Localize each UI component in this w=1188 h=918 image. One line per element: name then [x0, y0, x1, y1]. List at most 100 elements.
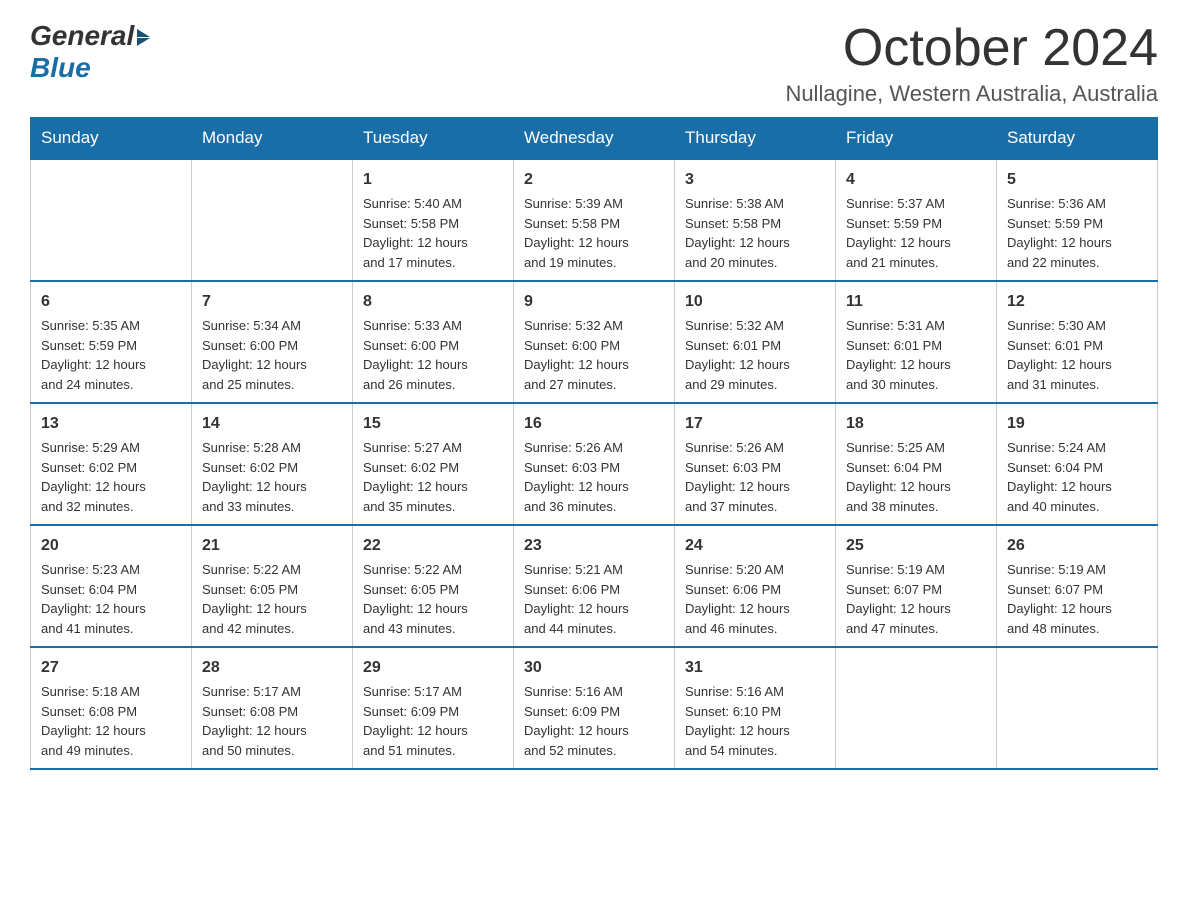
calendar-header-saturday: Saturday	[997, 118, 1158, 160]
day-number: 11	[846, 290, 986, 314]
calendar-cell: 5Sunrise: 5:36 AM Sunset: 5:59 PM Daylig…	[997, 159, 1158, 281]
calendar-cell: 23Sunrise: 5:21 AM Sunset: 6:06 PM Dayli…	[514, 525, 675, 647]
calendar-cell: 12Sunrise: 5:30 AM Sunset: 6:01 PM Dayli…	[997, 281, 1158, 403]
day-number: 8	[363, 290, 503, 314]
day-number: 22	[363, 534, 503, 558]
day-number: 23	[524, 534, 664, 558]
calendar-cell: 18Sunrise: 5:25 AM Sunset: 6:04 PM Dayli…	[836, 403, 997, 525]
day-info: Sunrise: 5:24 AM Sunset: 6:04 PM Dayligh…	[1007, 438, 1147, 516]
day-info: Sunrise: 5:23 AM Sunset: 6:04 PM Dayligh…	[41, 560, 181, 638]
calendar-cell: 31Sunrise: 5:16 AM Sunset: 6:10 PM Dayli…	[675, 647, 836, 769]
day-number: 18	[846, 412, 986, 436]
day-number: 15	[363, 412, 503, 436]
calendar-header-sunday: Sunday	[31, 118, 192, 160]
month-title: October 2024	[785, 20, 1158, 77]
day-info: Sunrise: 5:30 AM Sunset: 6:01 PM Dayligh…	[1007, 316, 1147, 394]
day-info: Sunrise: 5:32 AM Sunset: 6:01 PM Dayligh…	[685, 316, 825, 394]
day-info: Sunrise: 5:22 AM Sunset: 6:05 PM Dayligh…	[363, 560, 503, 638]
calendar-cell: 13Sunrise: 5:29 AM Sunset: 6:02 PM Dayli…	[31, 403, 192, 525]
day-info: Sunrise: 5:33 AM Sunset: 6:00 PM Dayligh…	[363, 316, 503, 394]
day-number: 26	[1007, 534, 1147, 558]
logo-general-text: General	[30, 20, 134, 52]
day-number: 29	[363, 656, 503, 680]
logo: General Blue	[30, 20, 150, 84]
calendar-week-row: 20Sunrise: 5:23 AM Sunset: 6:04 PM Dayli…	[31, 525, 1158, 647]
day-info: Sunrise: 5:32 AM Sunset: 6:00 PM Dayligh…	[524, 316, 664, 394]
calendar-cell: 3Sunrise: 5:38 AM Sunset: 5:58 PM Daylig…	[675, 159, 836, 281]
day-info: Sunrise: 5:38 AM Sunset: 5:58 PM Dayligh…	[685, 194, 825, 272]
day-number: 9	[524, 290, 664, 314]
calendar-cell: 30Sunrise: 5:16 AM Sunset: 6:09 PM Dayli…	[514, 647, 675, 769]
day-info: Sunrise: 5:27 AM Sunset: 6:02 PM Dayligh…	[363, 438, 503, 516]
calendar-cell: 11Sunrise: 5:31 AM Sunset: 6:01 PM Dayli…	[836, 281, 997, 403]
day-number: 4	[846, 168, 986, 192]
calendar-cell: 8Sunrise: 5:33 AM Sunset: 6:00 PM Daylig…	[353, 281, 514, 403]
page-header: General Blue October 2024 Nullagine, Wes…	[30, 20, 1158, 107]
calendar-cell: 29Sunrise: 5:17 AM Sunset: 6:09 PM Dayli…	[353, 647, 514, 769]
day-info: Sunrise: 5:28 AM Sunset: 6:02 PM Dayligh…	[202, 438, 342, 516]
logo-blue-text: Blue	[30, 52, 150, 84]
day-info: Sunrise: 5:34 AM Sunset: 6:00 PM Dayligh…	[202, 316, 342, 394]
calendar-header-thursday: Thursday	[675, 118, 836, 160]
calendar-week-row: 27Sunrise: 5:18 AM Sunset: 6:08 PM Dayli…	[31, 647, 1158, 769]
calendar-header-monday: Monday	[192, 118, 353, 160]
calendar-cell	[31, 159, 192, 281]
calendar-cell: 4Sunrise: 5:37 AM Sunset: 5:59 PM Daylig…	[836, 159, 997, 281]
day-number: 17	[685, 412, 825, 436]
calendar-cell	[997, 647, 1158, 769]
day-number: 16	[524, 412, 664, 436]
day-number: 13	[41, 412, 181, 436]
day-number: 28	[202, 656, 342, 680]
calendar-cell: 17Sunrise: 5:26 AM Sunset: 6:03 PM Dayli…	[675, 403, 836, 525]
day-number: 3	[685, 168, 825, 192]
calendar-cell: 19Sunrise: 5:24 AM Sunset: 6:04 PM Dayli…	[997, 403, 1158, 525]
calendar-cell: 6Sunrise: 5:35 AM Sunset: 5:59 PM Daylig…	[31, 281, 192, 403]
calendar-cell: 7Sunrise: 5:34 AM Sunset: 6:00 PM Daylig…	[192, 281, 353, 403]
day-number: 5	[1007, 168, 1147, 192]
calendar-cell: 24Sunrise: 5:20 AM Sunset: 6:06 PM Dayli…	[675, 525, 836, 647]
day-number: 24	[685, 534, 825, 558]
day-info: Sunrise: 5:16 AM Sunset: 6:10 PM Dayligh…	[685, 682, 825, 760]
day-info: Sunrise: 5:37 AM Sunset: 5:59 PM Dayligh…	[846, 194, 986, 272]
calendar-week-row: 6Sunrise: 5:35 AM Sunset: 5:59 PM Daylig…	[31, 281, 1158, 403]
calendar-cell: 1Sunrise: 5:40 AM Sunset: 5:58 PM Daylig…	[353, 159, 514, 281]
calendar-cell: 15Sunrise: 5:27 AM Sunset: 6:02 PM Dayli…	[353, 403, 514, 525]
day-number: 25	[846, 534, 986, 558]
calendar-cell: 20Sunrise: 5:23 AM Sunset: 6:04 PM Dayli…	[31, 525, 192, 647]
calendar-cell: 10Sunrise: 5:32 AM Sunset: 6:01 PM Dayli…	[675, 281, 836, 403]
day-number: 2	[524, 168, 664, 192]
calendar-cell	[836, 647, 997, 769]
day-number: 6	[41, 290, 181, 314]
day-info: Sunrise: 5:17 AM Sunset: 6:09 PM Dayligh…	[363, 682, 503, 760]
day-number: 30	[524, 656, 664, 680]
calendar-cell: 9Sunrise: 5:32 AM Sunset: 6:00 PM Daylig…	[514, 281, 675, 403]
calendar-table: SundayMondayTuesdayWednesdayThursdayFrid…	[30, 117, 1158, 770]
day-info: Sunrise: 5:21 AM Sunset: 6:06 PM Dayligh…	[524, 560, 664, 638]
day-info: Sunrise: 5:26 AM Sunset: 6:03 PM Dayligh…	[685, 438, 825, 516]
day-info: Sunrise: 5:29 AM Sunset: 6:02 PM Dayligh…	[41, 438, 181, 516]
day-number: 7	[202, 290, 342, 314]
calendar-cell: 14Sunrise: 5:28 AM Sunset: 6:02 PM Dayli…	[192, 403, 353, 525]
calendar-cell: 21Sunrise: 5:22 AM Sunset: 6:05 PM Dayli…	[192, 525, 353, 647]
calendar-header-tuesday: Tuesday	[353, 118, 514, 160]
day-number: 19	[1007, 412, 1147, 436]
day-number: 20	[41, 534, 181, 558]
day-info: Sunrise: 5:25 AM Sunset: 6:04 PM Dayligh…	[846, 438, 986, 516]
calendar-week-row: 1Sunrise: 5:40 AM Sunset: 5:58 PM Daylig…	[31, 159, 1158, 281]
day-info: Sunrise: 5:40 AM Sunset: 5:58 PM Dayligh…	[363, 194, 503, 272]
day-info: Sunrise: 5:35 AM Sunset: 5:59 PM Dayligh…	[41, 316, 181, 394]
day-number: 10	[685, 290, 825, 314]
day-number: 1	[363, 168, 503, 192]
day-info: Sunrise: 5:20 AM Sunset: 6:06 PM Dayligh…	[685, 560, 825, 638]
day-number: 21	[202, 534, 342, 558]
day-info: Sunrise: 5:18 AM Sunset: 6:08 PM Dayligh…	[41, 682, 181, 760]
calendar-header-wednesday: Wednesday	[514, 118, 675, 160]
day-number: 14	[202, 412, 342, 436]
day-info: Sunrise: 5:22 AM Sunset: 6:05 PM Dayligh…	[202, 560, 342, 638]
calendar-cell: 28Sunrise: 5:17 AM Sunset: 6:08 PM Dayli…	[192, 647, 353, 769]
day-info: Sunrise: 5:17 AM Sunset: 6:08 PM Dayligh…	[202, 682, 342, 760]
day-number: 12	[1007, 290, 1147, 314]
day-info: Sunrise: 5:19 AM Sunset: 6:07 PM Dayligh…	[846, 560, 986, 638]
day-info: Sunrise: 5:19 AM Sunset: 6:07 PM Dayligh…	[1007, 560, 1147, 638]
day-info: Sunrise: 5:16 AM Sunset: 6:09 PM Dayligh…	[524, 682, 664, 760]
